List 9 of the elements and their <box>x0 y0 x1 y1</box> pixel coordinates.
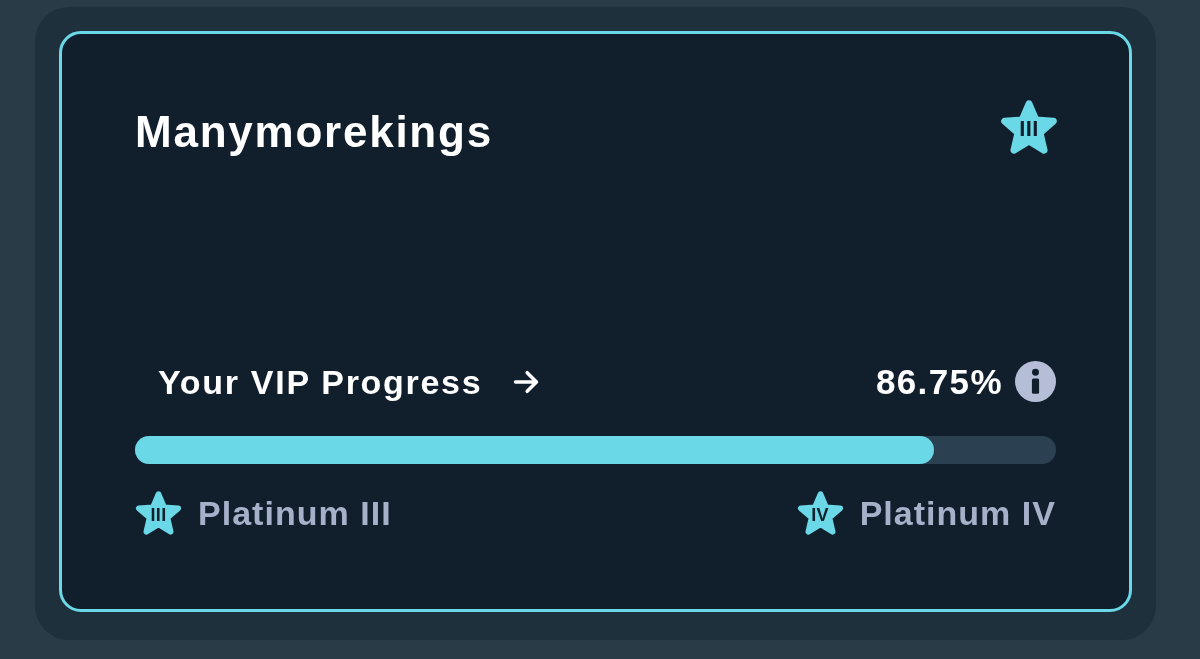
progress-label[interactable]: Your VIP Progress <box>158 364 483 399</box>
info-icon[interactable] <box>1015 361 1056 402</box>
current-tier-label: Platinum III <box>198 496 392 530</box>
next-tier-label: Platinum IV <box>859 496 1056 530</box>
tier-badge: III <box>1000 99 1058 155</box>
card-title: Manymorekings <box>135 110 493 154</box>
progress-percent: 86.75% <box>875 364 1003 399</box>
tier-badge: III <box>135 490 182 536</box>
tier-badge: IV <box>796 490 844 536</box>
